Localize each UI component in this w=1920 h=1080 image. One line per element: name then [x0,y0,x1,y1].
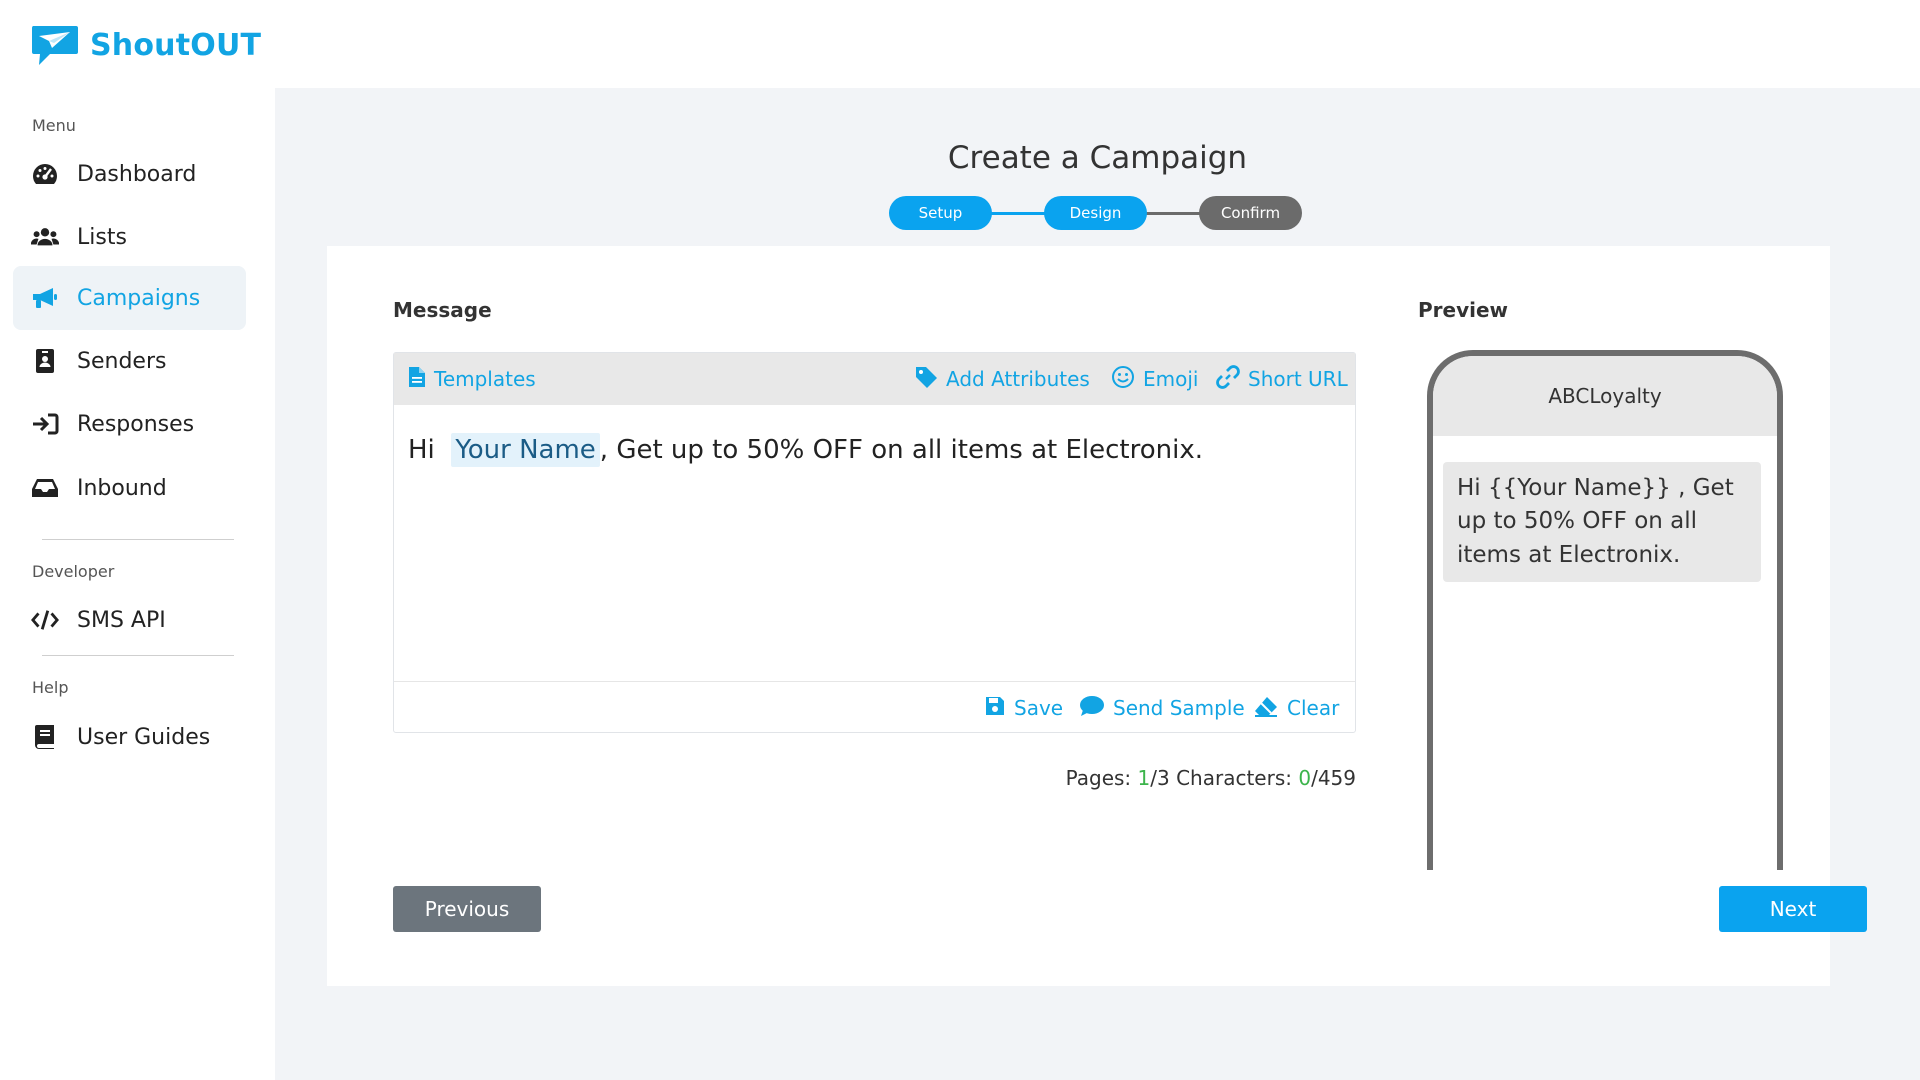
sidebar-item-dashboard[interactable]: Dashboard [13,142,246,206]
code-icon [31,606,59,634]
sidebar-divider [42,655,234,656]
previous-button[interactable]: Previous [393,886,541,932]
templates-label: Templates [434,367,536,391]
comment-icon [1079,695,1105,722]
add-attributes-label: Add Attributes [946,367,1090,391]
sidebar-divider [42,539,234,540]
editor-toolbar: Templates Add Attributes Emoji Short URL [394,353,1355,405]
tag-icon [914,365,938,394]
emoji-button[interactable]: Emoji [1111,353,1198,405]
book-icon [31,723,59,751]
message-textarea[interactable]: Hi Your Name, Get up to 50% OFF on all i… [408,433,1338,467]
pages-current: 1 [1137,766,1151,790]
app-name: ShoutOUT [90,27,262,63]
short-url-button[interactable]: Short URL [1216,353,1348,405]
sidebar-menu-label: Menu [32,116,76,135]
main-content: Create a Campaign Setup Design Confirm M… [275,88,1920,1080]
sidebar-item-label: Senders [77,348,167,374]
megaphone-icon [31,284,59,312]
page-title: Create a Campaign [947,140,1248,176]
message-suffix: , Get up to 50% OFF on all items at Elec… [599,435,1203,465]
sidebar-item-label: User Guides [77,724,211,750]
message-editor: Templates Add Attributes Emoji Short URL… [393,352,1356,733]
next-button[interactable]: Next [1719,886,1867,932]
app-logo[interactable]: ShoutOUT [30,22,261,68]
emoji-label: Emoji [1143,367,1199,391]
sidebar-item-sms-api[interactable]: SMS API [13,588,246,652]
sidebar-item-user-guides[interactable]: User Guides [13,705,246,769]
app-root: ShoutOUT Menu Dashboard Lists Campaigns [0,0,1920,1080]
step-connector [989,212,1049,215]
link-icon [1216,364,1240,394]
characters-total: /459 [1311,766,1356,790]
sidebar-developer-label: Developer [32,562,115,581]
send-sample-label: Send Sample [1113,696,1245,720]
characters-current: 0 [1298,766,1312,790]
step-connector [1144,212,1204,215]
sidebar-item-responses[interactable]: Responses [13,392,246,456]
campaign-card: Message Preview Templates Add Attributes… [327,246,1867,986]
message-counter: Pages: 1/3 Characters: 0/459 [393,766,1356,790]
preview-sender: ABCLoyalty [1433,356,1777,436]
save-label: Save [1014,696,1064,720]
eraser-icon [1253,695,1279,722]
send-sample-button[interactable]: Send Sample [1079,682,1245,734]
sidebar-item-lists[interactable]: Lists [13,205,246,269]
step-setup[interactable]: Setup [889,196,992,230]
sidebar-item-label: Dashboard [77,161,197,187]
dashboard-icon [31,160,59,188]
step-confirm[interactable]: Confirm [1199,196,1302,230]
file-icon [408,366,426,393]
save-button[interactable]: Save [984,682,1063,734]
sidebar-item-senders[interactable]: Senders [13,329,246,393]
floppy-icon [984,695,1006,722]
campaign-stepper: Setup Design Confirm [889,196,1309,230]
id-badge-icon [31,347,59,375]
sidebar-item-inbound[interactable]: Inbound [13,456,246,520]
sidebar-item-label: Inbound [77,475,167,501]
pages-label: Pages: [1065,766,1132,790]
add-attributes-button[interactable]: Add Attributes [914,353,1090,405]
phone-preview: ABCLoyalty Hi {{Your Name}} , Get up to … [1427,350,1783,870]
clear-button[interactable]: Clear [1253,682,1339,734]
sign-in-icon [31,410,59,438]
short-url-label: Short URL [1248,367,1348,391]
templates-button[interactable]: Templates [408,353,536,405]
editor-footer: Save Send Sample Clear [394,681,1355,733]
sidebar: Menu Dashboard Lists Campaigns Senders R… [0,88,275,1080]
preview-section-label: Preview [1418,298,1509,322]
sidebar-item-label: Lists [77,224,127,250]
step-design[interactable]: Design [1044,196,1147,230]
top-bar: ShoutOUT [0,0,1920,88]
attribute-chip[interactable]: Your Name [451,433,600,467]
smile-icon [1111,365,1135,394]
users-icon [31,223,59,251]
pages-total: /3 [1150,766,1170,790]
message-section-label: Message [393,298,492,322]
paper-plane-logo-icon [30,22,80,68]
sidebar-item-label: Responses [77,411,195,437]
clear-label: Clear [1287,696,1340,720]
sidebar-item-label: SMS API [77,607,166,633]
sidebar-item-label: Campaigns [77,285,201,311]
sidebar-help-label: Help [32,678,69,697]
sidebar-item-campaigns[interactable]: Campaigns [13,266,246,330]
inbox-icon [31,474,59,502]
preview-message-bubble: Hi {{Your Name}} , Get up to 50% OFF on … [1443,462,1761,583]
characters-label: Characters: [1176,766,1292,790]
message-prefix: Hi [408,435,435,465]
